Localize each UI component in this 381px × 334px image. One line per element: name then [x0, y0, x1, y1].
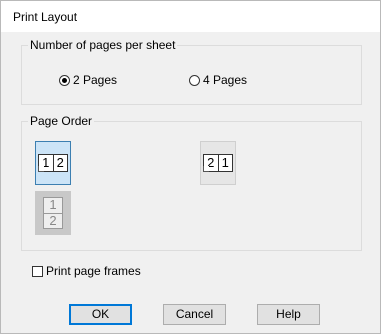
page-number: 1 [217, 155, 233, 171]
top-to-bottom-icon: 1 2 [43, 197, 63, 229]
radio-4-pages-label: 4 Pages [203, 73, 248, 87]
page-number: 1 [49, 197, 57, 212]
page-order-group: Page Order [21, 114, 362, 251]
title-bar[interactable]: Print Layout [1, 1, 380, 32]
print-page-frames-label: Print page frames [46, 264, 141, 278]
page-number: 2 [52, 155, 68, 171]
radio-2-pages[interactable]: 2 Pages [59, 73, 117, 87]
page-number: 2 [44, 212, 62, 229]
pages-per-sheet-group: Number of pages per sheet [21, 38, 362, 105]
left-to-right-icon: 1 2 [38, 154, 68, 172]
radio-unchecked-icon[interactable] [189, 74, 200, 86]
page-order-right-to-left-button[interactable]: 2 1 [200, 141, 236, 185]
page-order-top-to-bottom-button: 1 2 [35, 191, 71, 235]
print-layout-dialog: Print Layout Number of pages per sheet 2… [0, 0, 381, 334]
dialog-title: Print Layout [13, 10, 78, 24]
radio-2-pages-label: 2 Pages [73, 73, 118, 87]
right-to-left-icon: 2 1 [203, 154, 233, 172]
page-order-left-to-right-button[interactable]: 1 2 [35, 141, 71, 185]
radio-checked-icon[interactable] [59, 74, 70, 86]
help-button[interactable]: Help [257, 304, 320, 325]
ok-button[interactable]: OK [69, 304, 132, 325]
page-order-legend: Page Order [30, 114, 93, 128]
pages-per-sheet-legend: Number of pages per sheet [30, 38, 176, 52]
checkbox-unchecked-icon[interactable] [32, 265, 43, 277]
cancel-button[interactable]: Cancel [163, 304, 226, 325]
print-page-frames-checkbox[interactable]: Print page frames [32, 264, 141, 278]
radio-4-pages[interactable]: 4 Pages [189, 73, 247, 87]
page-fold-icon [203, 166, 209, 172]
page-fold-icon [38, 166, 44, 172]
